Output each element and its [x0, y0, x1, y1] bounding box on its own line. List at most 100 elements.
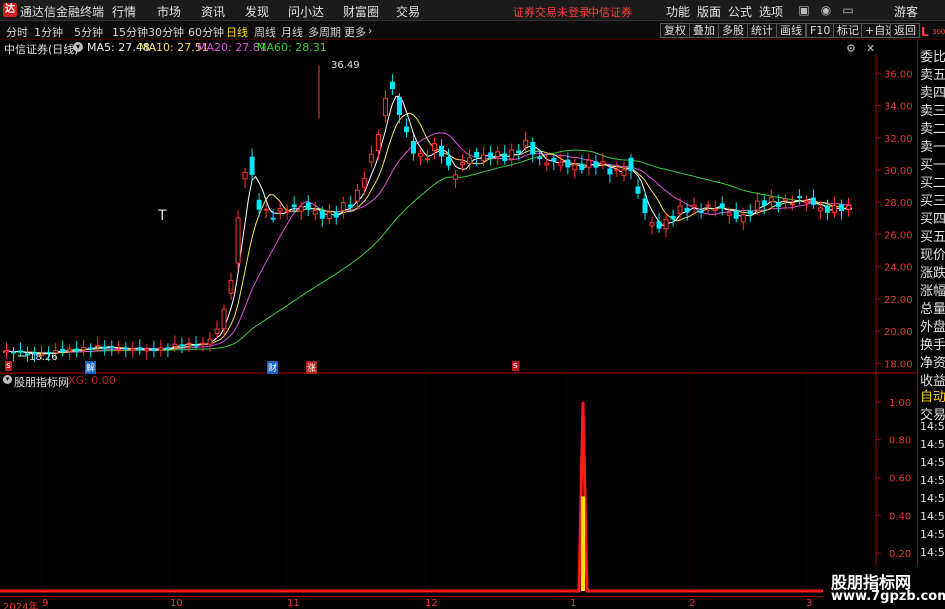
- side-panel-item[interactable]: 换手: [920, 334, 945, 353]
- stats-button[interactable]: 统计: [747, 23, 777, 38]
- draw-line-button[interactable]: 画线: [776, 23, 806, 38]
- period-monthly[interactable]: 月线: [281, 24, 303, 40]
- side-panel-item[interactable]: 买三: [920, 190, 945, 209]
- candle-body: [326, 211, 332, 220]
- candle-body: [509, 149, 515, 160]
- side-panel-item[interactable]: 14:56: [920, 492, 945, 505]
- menu-faxian[interactable]: 发现: [245, 3, 269, 20]
- candle-body: [172, 343, 178, 347]
- side-panel-item[interactable]: 净资: [920, 352, 945, 371]
- gear-icon[interactable]: ⚙: [846, 42, 856, 55]
- side-panel-item[interactable]: 14:56: [920, 456, 945, 469]
- menu-shichang[interactable]: 市场: [157, 3, 181, 20]
- side-panel-item[interactable]: 涨幅: [920, 280, 945, 299]
- quote-side-panel[interactable]: 委比 卖五 卖四 卖三 卖二 卖一 买一 买二 买三 买四 买五 现价 涨跌 涨幅 总量 外盘 换手 净资 收益 自动…: [917, 40, 945, 609]
- candle-body: [747, 210, 753, 215]
- indicator-name[interactable]: 股朋指标网: [14, 374, 69, 390]
- side-panel-item[interactable]: 卖五: [920, 64, 945, 83]
- candle-body: [831, 205, 837, 214]
- candle-body: [544, 162, 550, 166]
- side-panel-item[interactable]: 14:56: [920, 474, 945, 487]
- event-badge-s1[interactable]: s: [5, 361, 12, 371]
- candle-body: [214, 328, 220, 335]
- period-30min[interactable]: 30分钟: [148, 24, 184, 40]
- candle-body: [453, 174, 459, 180]
- trade-login-status[interactable]: 证券交易未登录: [513, 4, 590, 20]
- period-multi[interactable]: 多周期: [308, 24, 341, 40]
- fuquan-button[interactable]: 复权: [660, 23, 690, 38]
- close-icon[interactable]: ✕: [866, 42, 875, 55]
- indicator-settings-icon[interactable]: ▾: [73, 42, 83, 52]
- event-badge-s2[interactable]: s: [512, 361, 519, 371]
- multi-stock-button[interactable]: 多股: [718, 23, 748, 38]
- period-toolbar: 分时 1分钟 5分钟 15分钟 30分钟 60分钟 日线 周线 月线 多周期 更…: [0, 21, 945, 40]
- indicator-menu-icon[interactable]: ▾: [3, 375, 12, 384]
- candlestick-series: [4, 65, 851, 363]
- candle-body: [249, 156, 255, 175]
- candle-body: [670, 215, 676, 220]
- side-panel-item[interactable]: 14:56: [920, 420, 945, 433]
- side-panel-item[interactable]: 卖三: [920, 100, 945, 119]
- period-15min[interactable]: 15分钟: [112, 24, 148, 40]
- mark-button[interactable]: 标记: [833, 23, 863, 38]
- candle-body: [649, 222, 655, 227]
- price-tick-label: 28.00: [884, 198, 913, 209]
- stock-label[interactable]: 中信证券(日线): [4, 41, 79, 57]
- period-fenshi[interactable]: 分时: [6, 24, 28, 40]
- candle-body: [4, 350, 10, 353]
- candle-body: [95, 345, 101, 348]
- f10-button[interactable]: F10: [806, 23, 835, 38]
- side-panel-item[interactable]: 买五: [920, 226, 945, 245]
- period-60min[interactable]: 60分钟: [188, 24, 224, 40]
- side-panel-item[interactable]: 自动: [920, 386, 945, 405]
- price-tick-label: 20.00: [884, 327, 913, 338]
- app-title: 通达信金融终端: [20, 5, 105, 19]
- overlay-button[interactable]: 叠加: [689, 23, 719, 38]
- back-button[interactable]: 返回: [890, 23, 920, 38]
- menu-hangqing[interactable]: 行情: [112, 3, 136, 20]
- chevron-right-icon[interactable]: ›: [368, 24, 372, 37]
- menu-gongshi[interactable]: 公式: [728, 3, 752, 20]
- side-panel-item[interactable]: 14:56: [920, 528, 945, 541]
- period-daily[interactable]: 日线: [226, 24, 248, 40]
- menu-wenxiaoda[interactable]: 问小达: [288, 3, 324, 20]
- broker-name[interactable]: 中信证券: [588, 4, 632, 20]
- period-5min[interactable]: 5分钟: [74, 24, 103, 40]
- menu-zixun[interactable]: 资讯: [201, 3, 225, 20]
- candle-body: [775, 202, 781, 207]
- bell-icon[interactable]: ◉: [818, 2, 834, 18]
- user-guest[interactable]: 游客: [894, 3, 918, 20]
- period-more[interactable]: 更多: [344, 24, 366, 40]
- chart-canvas[interactable]: 36.00 34.00 32.00 30.00 28.00 26.00 24.00 22.00…: [0, 40, 917, 596]
- side-panel-item[interactable]: 卖二: [920, 118, 945, 137]
- menu-caifuquan[interactable]: 财富圈: [343, 3, 379, 20]
- side-panel-item[interactable]: 14:56: [920, 546, 945, 559]
- period-1min[interactable]: 1分钟: [34, 24, 63, 40]
- side-panel-item[interactable]: 涨跌: [920, 262, 945, 281]
- side-panel-item[interactable]: 买四: [920, 208, 945, 227]
- menu-jiaoyi[interactable]: 交易: [396, 3, 420, 20]
- event-badge-zhang[interactable]: 涨: [306, 361, 318, 374]
- period-weekly[interactable]: 周线: [254, 24, 276, 40]
- side-panel-item[interactable]: 卖一: [920, 136, 945, 155]
- candle-body: [11, 351, 17, 354]
- menu-banmian[interactable]: 版面: [697, 3, 721, 20]
- avatar-icon[interactable]: ▣: [796, 2, 812, 18]
- indicator-tick-label: 0.20: [889, 549, 911, 560]
- event-badge-jie[interactable]: 解: [85, 361, 97, 374]
- chat-icon[interactable]: ▭: [840, 2, 856, 18]
- event-badge-cai[interactable]: 财: [267, 361, 279, 374]
- side-panel-item[interactable]: 外盘: [920, 316, 945, 335]
- menu-gongneng[interactable]: 功能: [666, 3, 690, 20]
- side-panel-item[interactable]: 14:56: [920, 510, 945, 523]
- date-tick-1: 1: [570, 598, 577, 609]
- side-panel-item[interactable]: 总量: [920, 298, 945, 317]
- side-panel-item[interactable]: 14:56: [920, 438, 945, 451]
- side-panel-item[interactable]: 买一: [920, 154, 945, 173]
- side-panel-item[interactable]: 现价: [920, 244, 945, 263]
- side-panel-item[interactable]: 卖四: [920, 82, 945, 101]
- side-panel-item[interactable]: 委比: [920, 46, 945, 65]
- candle-body: [123, 347, 129, 350]
- menu-xuanxiang[interactable]: 选项: [759, 3, 783, 20]
- side-panel-item[interactable]: 买二: [920, 172, 945, 191]
